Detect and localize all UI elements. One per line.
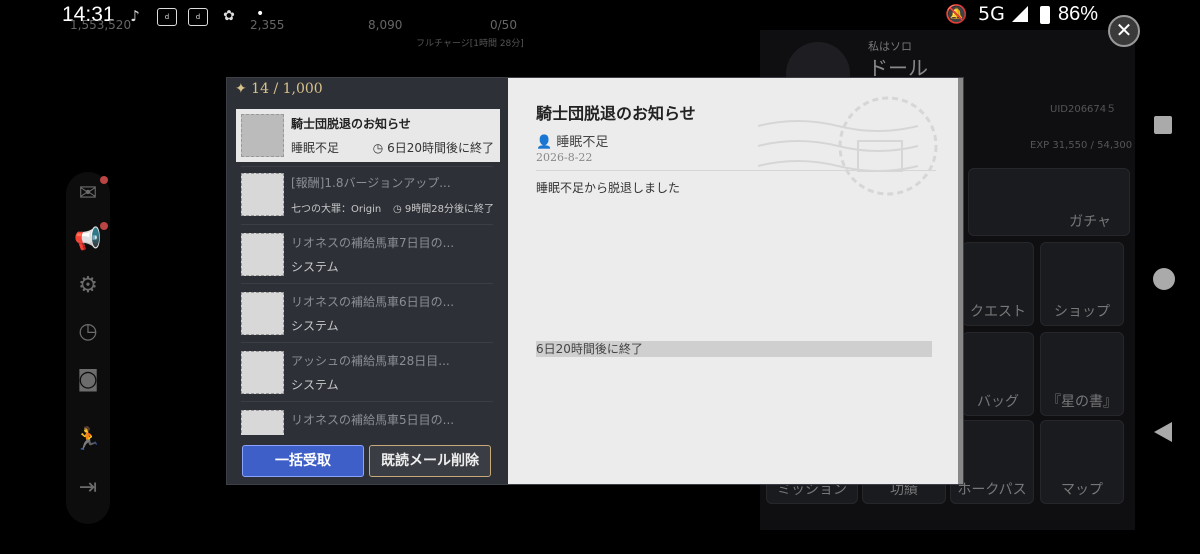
gift-box-icon (241, 173, 284, 216)
scrollbar[interactable] (958, 78, 963, 484)
mail-detail-panel: 騎士団脱退のお知らせ 👤 睡眠不足 2026-8-22 睡眠不足から脱退しました… (508, 78, 963, 484)
mail-badge (100, 176, 108, 184)
supply-box-icon (241, 410, 284, 435)
exp-counter: EXP 31,550 / 54,300 (1030, 140, 1133, 151)
close-button[interactable]: ✕ (1108, 15, 1140, 47)
running-icon[interactable]: 🏃 (74, 426, 102, 454)
mail-expire: 6日20時間後に終了 (536, 341, 932, 357)
exit-icon[interactable]: ⇥ (74, 474, 102, 502)
mail-icon[interactable]: ✉ (74, 180, 102, 208)
gacha-tile[interactable]: ガチャ (968, 168, 1130, 236)
user-id: UID206674５ (1050, 104, 1117, 115)
mail-sender: 👤 睡眠不足 (536, 135, 609, 150)
bag-tile[interactable]: バッグ (962, 332, 1034, 416)
camera-icon[interactable]: ◙ (74, 366, 102, 394)
side-rail: ✉ 📢 ⚙ ◷ ◙ 🏃 ⇥ (66, 172, 110, 524)
expire-time: ◷ 6日20時間後に終了 (372, 141, 494, 155)
mail-item[interactable]: リオネスの補給馬車6日目の... システム (236, 287, 500, 340)
expire-time: ◷ 9時間28分後に終了 (393, 204, 494, 215)
mail-body: 睡眠不足から脱退しました (536, 181, 681, 195)
mute-icon: 🔕 (945, 4, 968, 25)
mail-item[interactable]: [報酬]1.8バージョンアップ... 七つの大罪：Origin ◷ 9時間28分… (236, 168, 500, 221)
mail-date: 2026-8-22 (536, 151, 593, 164)
mail-item[interactable]: 騎士団脱退のお知らせ 睡眠不足 ◷ 6日20時間後に終了 (236, 109, 500, 162)
recents-icon[interactable] (1154, 116, 1172, 134)
stamina-amount: 0/50 (490, 18, 517, 32)
delete-read-button[interactable]: 既読メール削除 (369, 445, 491, 477)
supply-box-icon (241, 292, 284, 335)
currency-amount: 8,090 (368, 18, 403, 32)
divider (241, 342, 493, 343)
claim-all-button[interactable]: 一括受取 (242, 445, 364, 477)
divider (241, 224, 493, 225)
gem-amount: 2,355 (250, 18, 285, 32)
mail-item[interactable]: リオネスの補給馬車5日目の... (236, 405, 500, 435)
gear-icon[interactable]: ⚙ (74, 272, 102, 300)
full-charge-timer: フルチャージ[1時間 28分] (416, 39, 524, 49)
divider (241, 283, 493, 284)
battery-icon (1040, 6, 1050, 24)
mail-list-panel: ✦ 14 / 1,000 騎士団脱退のお知らせ 睡眠不足 ◷ 6日20時間後に終… (227, 78, 508, 484)
mail-title: 騎士団脱退のお知らせ (536, 104, 696, 123)
megaphone-icon[interactable]: 📢 (74, 226, 102, 254)
gold-amount: 1,553,520 (70, 18, 132, 32)
stamp-watermark-icon (758, 96, 938, 196)
supply-box-icon (241, 351, 284, 394)
mail-item[interactable]: リオネスの補給馬車7日目の... システム (236, 228, 500, 281)
supply-box-icon (241, 233, 284, 276)
mail-count: ✦ 14 / 1,000 (235, 81, 323, 97)
star-book-tile[interactable]: 『星の書』 (1040, 332, 1124, 416)
divider (241, 166, 493, 167)
notice-badge (100, 222, 108, 230)
divider (536, 170, 936, 171)
person-icon: 👤 (536, 135, 553, 150)
home-icon[interactable] (1153, 268, 1175, 290)
back-icon[interactable] (1154, 422, 1172, 442)
network-type: 5G (978, 3, 1005, 25)
divider (241, 401, 493, 402)
clock-icon[interactable]: ◷ (74, 318, 102, 346)
map-tile[interactable]: マップ (1040, 420, 1124, 504)
shop-tile[interactable]: ショップ (1040, 242, 1124, 326)
android-nav-bar (1136, 0, 1200, 554)
quest-tile[interactable]: クエスト (962, 242, 1034, 326)
battery-level: 86% (1058, 3, 1099, 25)
mail-item[interactable]: アッシュの補給馬車28日目... システム (236, 346, 500, 399)
mail-dialog: ✦ 14 / 1,000 騎士団脱退のお知らせ 睡眠不足 ◷ 6日20時間後に終… (226, 77, 964, 485)
envelope-icon (241, 114, 284, 157)
signal-icon (1012, 6, 1028, 22)
